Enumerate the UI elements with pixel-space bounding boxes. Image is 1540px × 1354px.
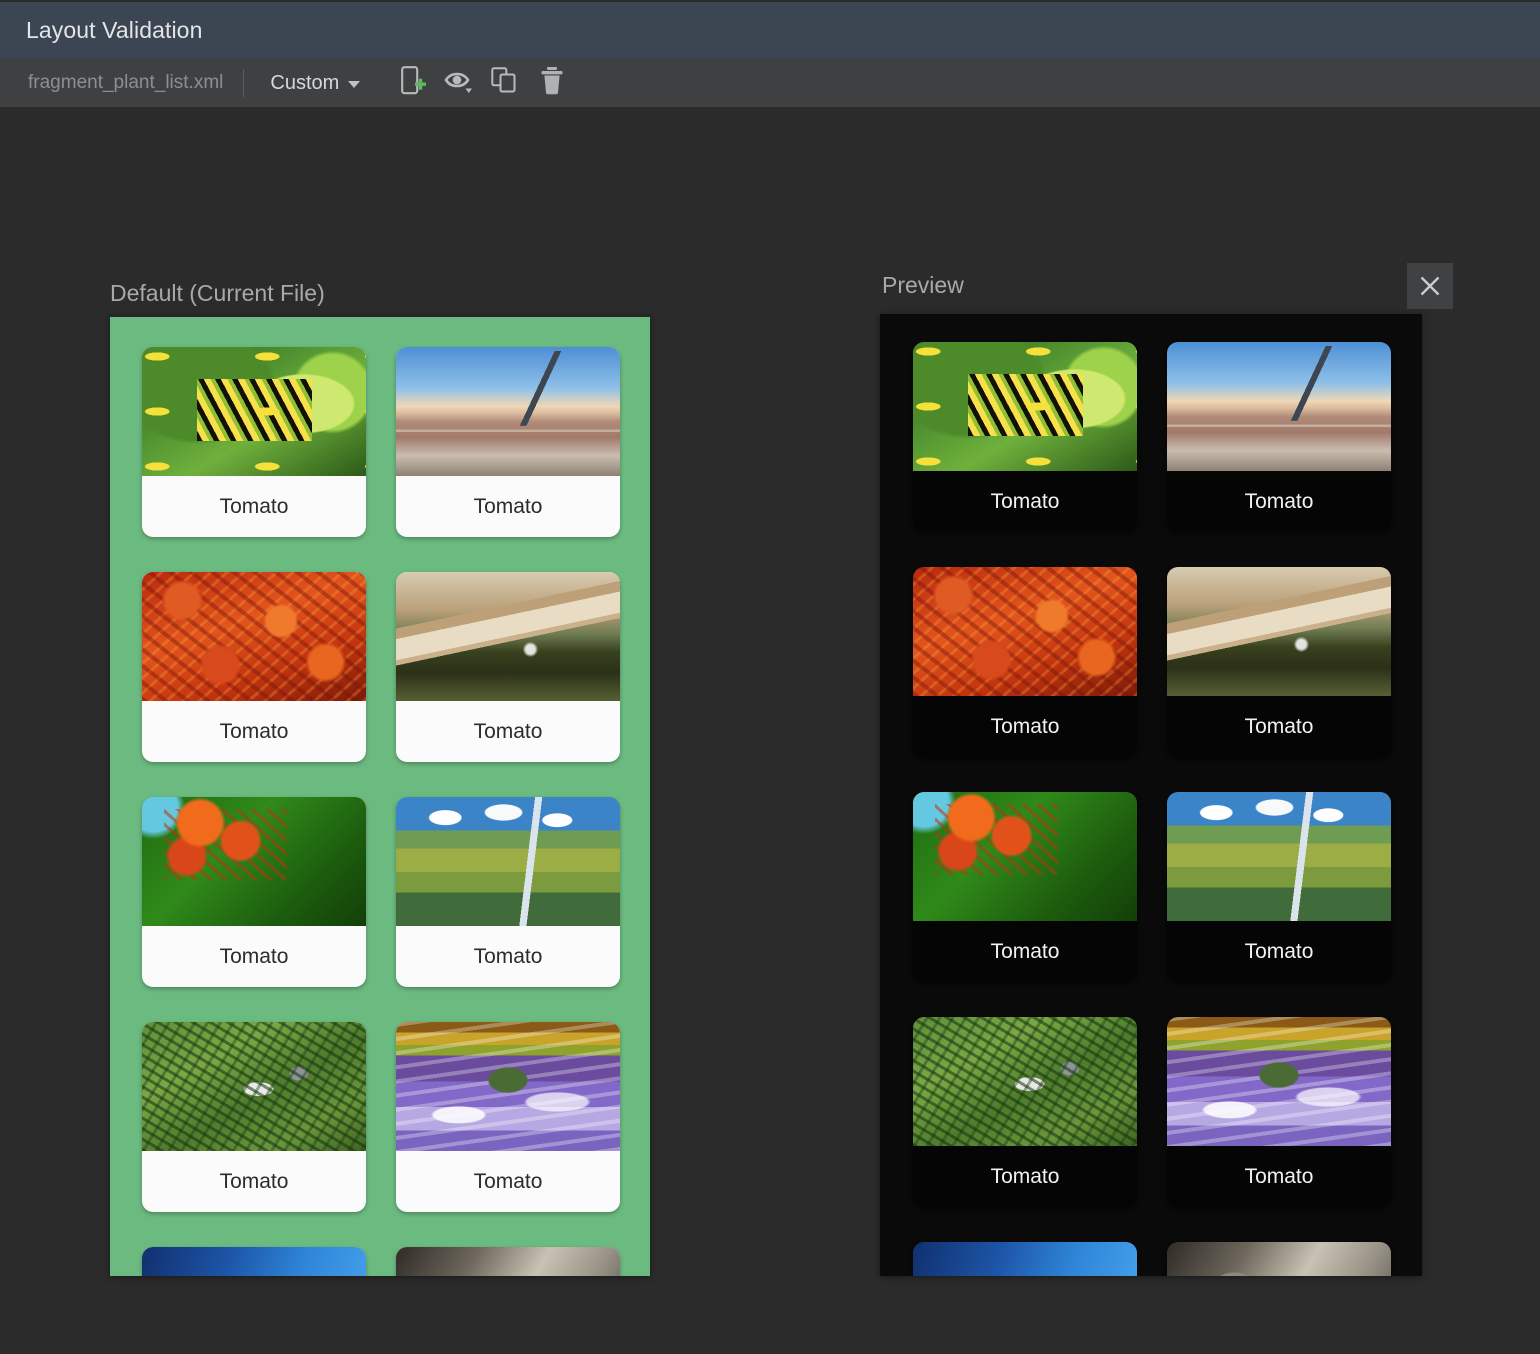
plant-card[interactable]: Tomato — [913, 792, 1137, 982]
plant-card-title: Tomato — [396, 701, 620, 762]
plant-card-title: Tomato — [396, 476, 620, 537]
plant-card-image — [913, 342, 1137, 471]
plant-card-image — [396, 1022, 620, 1151]
plant-card[interactable] — [396, 1247, 620, 1276]
plant-card[interactable]: Tomato — [142, 1022, 366, 1212]
plant-card-image — [142, 1247, 366, 1276]
plant-card-title: Tomato — [396, 1151, 620, 1212]
plant-card-title: Tomato — [913, 471, 1137, 532]
plant-card[interactable]: Tomato — [1167, 567, 1391, 757]
plant-card-image — [913, 792, 1137, 921]
plant-card-image — [913, 567, 1137, 696]
toolbar-divider — [243, 69, 244, 97]
plant-card-title: Tomato — [913, 1146, 1137, 1207]
plant-card[interactable]: Tomato — [1167, 342, 1391, 532]
plant-card[interactable]: Tomato — [396, 797, 620, 987]
panel-label-default: Default (Current File) — [110, 280, 325, 307]
plant-card-image — [1167, 342, 1391, 471]
plant-card-title: Tomato — [142, 1151, 366, 1212]
close-icon — [1418, 274, 1442, 298]
current-file-label: fragment_plant_list.xml — [28, 72, 223, 94]
plant-card[interactable] — [142, 1247, 366, 1276]
validation-compare-area: Default (Current File) Preview TomatoTom… — [0, 108, 1540, 1354]
plant-grid-preview: Tomato Tomato Tomato Tomato Tomato Tomato Toma… — [913, 342, 1391, 1276]
copy-button[interactable] — [486, 63, 526, 103]
plant-card-title: Tomato — [913, 696, 1137, 757]
plant-card[interactable]: Tomato — [913, 567, 1137, 757]
visibility-icon — [444, 66, 476, 101]
plant-card[interactable]: Tomato — [1167, 1017, 1391, 1207]
plant-card-image — [1167, 1242, 1391, 1276]
plant-card[interactable]: Tomato — [142, 572, 366, 762]
plant-card-title: Tomato — [1167, 921, 1391, 982]
plant-card-title: Tomato — [1167, 471, 1391, 532]
plant-card[interactable]: Tomato — [913, 1017, 1137, 1207]
plant-card-image — [142, 572, 366, 701]
add-device-button[interactable] — [394, 63, 434, 103]
layout-validation-window: ll0ldsnnwnaEste2v Layout Validation frag… — [0, 0, 1540, 1354]
delete-button[interactable] — [532, 63, 572, 103]
plant-card[interactable]: Tomato — [913, 342, 1137, 532]
close-button[interactable] — [1407, 263, 1453, 309]
plant-card[interactable]: Tomato — [396, 347, 620, 537]
plant-card[interactable] — [1167, 1242, 1391, 1276]
plant-card-image — [396, 797, 620, 926]
plant-card-image — [396, 1247, 620, 1276]
device-preview-dark[interactable]: Tomato Tomato Tomato Tomato Tomato Tomato Toma… — [880, 314, 1422, 1276]
plant-card-image — [913, 1242, 1137, 1276]
plant-card[interactable]: Tomato — [396, 1022, 620, 1212]
plant-card-title: Tomato — [913, 921, 1137, 982]
window-titlebar: Layout Validation — [0, 2, 1540, 59]
panel-label-preview: Preview — [882, 272, 964, 299]
plant-card[interactable] — [913, 1242, 1137, 1276]
plant-card[interactable]: Tomato — [142, 347, 366, 537]
plant-card-title: Tomato — [1167, 1146, 1391, 1207]
configuration-preset-dropdown[interactable]: Custom — [264, 69, 366, 98]
plant-card-image — [142, 1022, 366, 1151]
plant-card[interactable]: Tomato — [396, 572, 620, 762]
plant-card-title: Tomato — [142, 476, 366, 537]
window-title: Layout Validation — [26, 17, 202, 44]
copy-icon — [491, 67, 521, 100]
plant-card-image — [142, 797, 366, 926]
configuration-preset-label: Custom — [270, 72, 339, 95]
visibility-button[interactable] — [440, 63, 480, 103]
plant-card-image — [1167, 792, 1391, 921]
plant-card-title: Tomato — [142, 701, 366, 762]
device-preview-default[interactable]: Tomato Tomato Tomato Tomato Tomato Tomato Toma… — [110, 317, 650, 1276]
plant-card-image — [913, 1017, 1137, 1146]
toolbar: fragment_plant_list.xml Custom — [0, 59, 1540, 108]
plant-card-image — [1167, 1017, 1391, 1146]
chevron-down-icon — [348, 81, 360, 88]
plant-card-image — [396, 347, 620, 476]
plant-card-image — [142, 347, 366, 476]
plant-card-title: Tomato — [142, 926, 366, 987]
plant-card[interactable]: Tomato — [142, 797, 366, 987]
plant-card-image — [396, 572, 620, 701]
plant-card[interactable]: Tomato — [1167, 792, 1391, 982]
plant-card-title: Tomato — [396, 926, 620, 987]
add-device-icon — [401, 66, 427, 101]
plant-card-image — [1167, 567, 1391, 696]
delete-icon — [539, 66, 565, 101]
plant-grid-default: Tomato Tomato Tomato Tomato Tomato Tomato Toma… — [142, 347, 620, 1276]
plant-card-title: Tomato — [1167, 696, 1391, 757]
